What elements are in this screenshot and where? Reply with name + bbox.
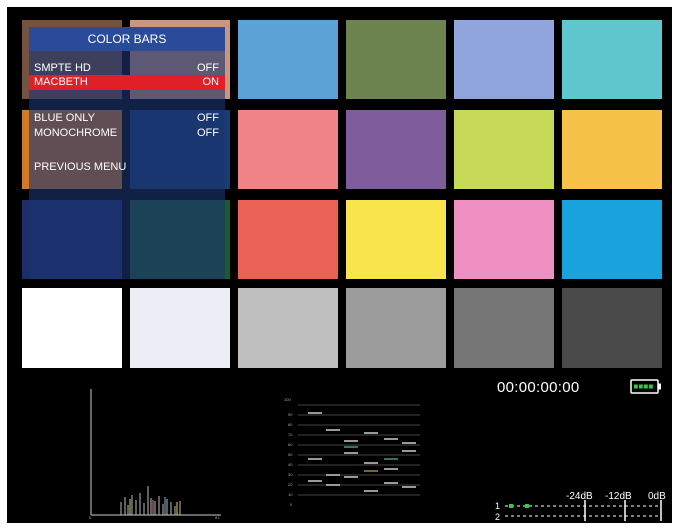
menu-item-monochrome[interactable]: MONOCHROME OFF [29,126,225,140]
menu-item-label: MONOCHROME [34,127,118,139]
color-patch [562,288,662,368]
monitor-screen: COLOR BARS SMPTE HD OFF MACBETH ON BLUE … [7,7,672,523]
menu-item-value: OFF [197,112,219,124]
color-patch [238,288,338,368]
menu-item-previous-menu[interactable]: PREVIOUS MENU [29,160,225,174]
color-patch [238,110,338,189]
color-patch [238,200,338,279]
histogram-graph: 0 81 [89,389,221,520]
menu-item-value: OFF [197,62,219,74]
menu-item-label: MACBETH [34,76,88,88]
svg-text:10: 10 [288,492,293,497]
color-patch [346,288,446,368]
svg-text:20: 20 [288,482,293,487]
color-patch [454,288,554,368]
color-patch [22,288,122,368]
svg-text:50: 50 [288,452,293,457]
color-patch [454,110,554,189]
menu-item-label: SMPTE HD [34,62,91,74]
svg-text:0: 0 [290,502,293,507]
svg-text:30: 30 [288,472,293,477]
color-patch [346,200,446,279]
svg-text:100: 100 [284,397,291,402]
timecode-display: 00:00:00:00 [497,379,580,396]
color-patch [562,110,662,189]
menu-item-blue-only[interactable]: BLUE ONLY OFF [29,111,225,125]
menu-title: COLOR BARS [29,27,225,51]
svg-text:90: 90 [288,412,293,417]
menu-item-smpte-hd[interactable]: SMPTE HD OFF [29,61,225,75]
battery-full-icon [630,379,661,394]
svg-text:80: 80 [288,422,293,427]
waveform-monitor: 1009080 706050 403020 100 [284,397,420,507]
color-patch [346,20,446,99]
menu-item-macbeth[interactable]: MACBETH ON [29,75,225,90]
color-patch [454,20,554,99]
color-patch [238,20,338,99]
svg-text:70: 70 [288,432,293,437]
color-patch [346,110,446,189]
svg-text:60: 60 [288,442,293,447]
menu-item-value: ON [202,76,220,88]
color-bars-menu: COLOR BARS SMPTE HD OFF MACBETH ON BLUE … [29,27,225,279]
svg-text:40: 40 [288,462,293,467]
menu-item-value: OFF [197,127,219,139]
menu-item-label: BLUE ONLY [34,112,95,124]
svg-text:81: 81 [215,515,220,520]
color-patch [562,20,662,99]
svg-text:0: 0 [89,515,92,520]
color-patch [454,200,554,279]
color-patch [562,200,662,279]
audio-channel-label: 1 [495,501,500,511]
menu-item-label: PREVIOUS MENU [34,161,127,173]
audio-channel-label: 2 [495,512,500,521]
audio-level-meter: 1 2 [495,500,662,521]
color-patch [130,288,230,368]
